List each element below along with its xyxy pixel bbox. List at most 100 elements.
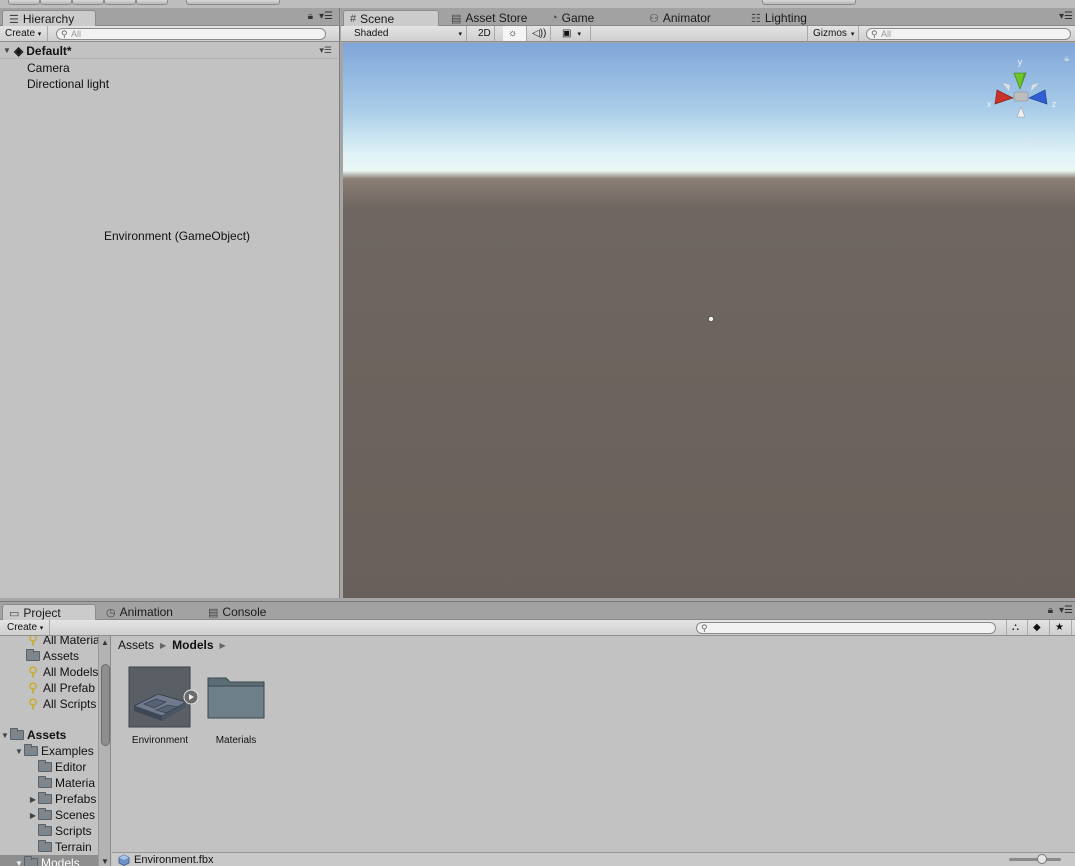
scene-viewport[interactable]: 🔒︎ y x z < Persp: [343, 43, 1075, 598]
tree-item-terrain[interactable]: Terrain: [28, 839, 92, 855]
search-icon: ⚲: [701, 623, 708, 633]
favorite-item[interactable]: ⚲ All Scripts: [26, 696, 96, 712]
tab-game[interactable]: ◔ Game: [545, 10, 602, 26]
favorite-button[interactable]: ★: [1050, 620, 1072, 635]
panel-menu-icon[interactable]: ▾☰: [1059, 605, 1073, 616]
scene-menu-icon[interactable]: ▾☰: [319, 45, 332, 56]
hierarchy-search-input[interactable]: ⚲ All: [56, 28, 326, 40]
gizmos-dropdown[interactable]: Gizmos ▾: [807, 26, 859, 41]
project-panel: ▭ Project ◷ Animation ▤ Console 🔒︎ ▾☰ Cr…: [0, 601, 1075, 866]
gizmo-x-cone[interactable]: [994, 89, 1014, 105]
expand-triangle-icon[interactable]: ▶: [28, 795, 38, 804]
tab-lighting[interactable]: ☷ Lighting: [745, 10, 815, 26]
tree-item-assets[interactable]: ▼ Assets: [0, 727, 66, 743]
chevron-down-icon: ▾: [577, 30, 581, 38]
panel-menu-icon[interactable]: ▾☰: [319, 11, 333, 22]
hierarchy-create-button[interactable]: Create ▾: [0, 26, 48, 41]
search-by-label-button[interactable]: ◆: [1028, 620, 1050, 635]
tree-item-scenes[interactable]: ▶ Scenes: [28, 807, 95, 823]
search-icon: ⚲: [28, 680, 38, 695]
tree-item-label: Prefabs: [55, 792, 97, 806]
folder-icon: [38, 792, 52, 804]
project-search-input[interactable]: ⚲: [696, 622, 996, 634]
pivot-toggle[interactable]: [186, 0, 280, 5]
project-create-button[interactable]: Create ▾: [2, 620, 50, 635]
panel-menu-icon[interactable]: ▾☰: [1059, 11, 1073, 22]
gizmo-neg-y-cone[interactable]: [1016, 106, 1026, 118]
tab-project-label: Project: [23, 606, 61, 620]
projection-label[interactable]: < Persp: [1015, 135, 1055, 149]
scene-effects-dropdown[interactable]: ▣ ▾: [557, 26, 591, 41]
pan-tool-button[interactable]: [8, 0, 40, 5]
tab-animation[interactable]: ◷ Animation: [100, 604, 181, 620]
favorite-item[interactable]: ⚲ All Prefab: [26, 680, 95, 696]
breadcrumb: Assets ▶ Models ▶: [118, 638, 226, 652]
play-controls[interactable]: [762, 0, 856, 5]
tab-asset-store[interactable]: ▤ Asset Store: [445, 10, 535, 26]
favorite-item[interactable]: ⚲ All Materia: [26, 636, 99, 648]
scene-search-input[interactable]: ⚲ All: [866, 28, 1071, 40]
tree-item-models[interactable]: ▼ Models: [0, 855, 98, 866]
search-icon: ⚲: [28, 664, 38, 679]
tag-icon: ◆: [1033, 622, 1041, 633]
scene-audio-toggle[interactable]: ◁)): [527, 26, 551, 41]
scene-row[interactable]: ▼ ◈ Default* ▾☰: [0, 43, 338, 59]
rect-tool-button[interactable]: [136, 0, 168, 5]
favorite-item[interactable]: ⚲ All Models: [26, 664, 98, 680]
main-toolbar: [0, 0, 1075, 8]
search-placeholder: All: [71, 29, 82, 39]
lock-icon[interactable]: 🔒︎: [308, 11, 313, 22]
hierarchy-item-directional-light[interactable]: Directional light: [27, 77, 109, 91]
tree-item-prefabs[interactable]: ▶ Prefabs: [28, 791, 96, 807]
expand-triangle-icon[interactable]: ▼: [14, 859, 24, 866]
tree-item-materials[interactable]: Materia: [28, 775, 95, 791]
scrollbar-thumb[interactable]: [101, 664, 110, 746]
gizmo-center-cube[interactable]: [1013, 91, 1029, 102]
tab-console[interactable]: ▤ Console: [202, 604, 274, 620]
directional-light-icon[interactable]: [707, 315, 715, 323]
hierarchy-panel-menu[interactable]: 🔒︎ ▾☰: [308, 11, 333, 22]
hierarchy-item-camera[interactable]: Camera: [27, 61, 70, 75]
tab-scene-label: Scene: [360, 12, 395, 26]
lock-icon[interactable]: 🔒︎: [1048, 605, 1053, 616]
rotate-tool-button[interactable]: [72, 0, 104, 5]
tree-item-scripts[interactable]: Scripts: [28, 823, 92, 839]
thumbnail-size-slider[interactable]: [1009, 854, 1061, 864]
tree-item-editor[interactable]: Editor: [28, 759, 86, 775]
asset-materials[interactable]: Materials: [196, 666, 276, 746]
search-by-type-button[interactable]: ⛬: [1006, 620, 1028, 635]
2d-label: 2D: [478, 28, 491, 39]
gizmo-z-cone[interactable]: [1028, 89, 1048, 105]
project-panel-menu[interactable]: 🔒︎ ▾☰: [1048, 605, 1073, 616]
tree-scrollbar[interactable]: ▲ ▼: [98, 636, 110, 866]
move-tool-button[interactable]: [40, 0, 72, 5]
expand-triangle-icon[interactable]: ▼: [0, 731, 10, 740]
expand-triangle-icon[interactable]: ▶: [28, 811, 38, 820]
breadcrumb-item[interactable]: Models: [172, 638, 213, 652]
scale-tool-button[interactable]: [104, 0, 136, 5]
gizmo-neg-x-cone[interactable]: [1003, 83, 1010, 91]
tab-hierarchy[interactable]: ☰ Hierarchy: [2, 10, 96, 27]
shading-mode-dropdown[interactable]: Shaded ▾: [349, 26, 467, 41]
slider-knob[interactable]: [1037, 854, 1047, 864]
expand-triangle-icon[interactable]: ▼: [14, 747, 24, 756]
tree-item-examples[interactable]: ▼ Examples: [14, 743, 94, 759]
favorite-item[interactable]: Assets: [26, 648, 79, 664]
star-icon: ★: [1055, 622, 1064, 633]
gizmo-neg-z-cone[interactable]: [1031, 83, 1039, 91]
search-icon: ⚲: [871, 29, 878, 39]
tab-scene[interactable]: # Scene: [343, 10, 439, 27]
scroll-down-icon[interactable]: ▼: [101, 857, 109, 866]
scene-lighting-toggle[interactable]: ☼: [503, 26, 527, 41]
scroll-up-icon[interactable]: ▲: [101, 638, 109, 647]
breadcrumb-item[interactable]: Assets: [118, 638, 154, 652]
tab-animator[interactable]: ⚇ Animator: [643, 10, 719, 26]
tab-project[interactable]: ▭ Project: [2, 604, 96, 621]
gizmos-label: Gizmos: [813, 28, 847, 39]
expand-triangle-icon[interactable]: ▼: [2, 46, 12, 55]
asset-environment[interactable]: Environment: [120, 666, 200, 746]
scene-panel-menu[interactable]: ▾☰: [1059, 11, 1073, 22]
gizmo-y-cone[interactable]: [1013, 72, 1027, 90]
2d-toggle[interactable]: 2D: [473, 26, 495, 41]
speaker-icon: ◁)): [532, 28, 547, 39]
